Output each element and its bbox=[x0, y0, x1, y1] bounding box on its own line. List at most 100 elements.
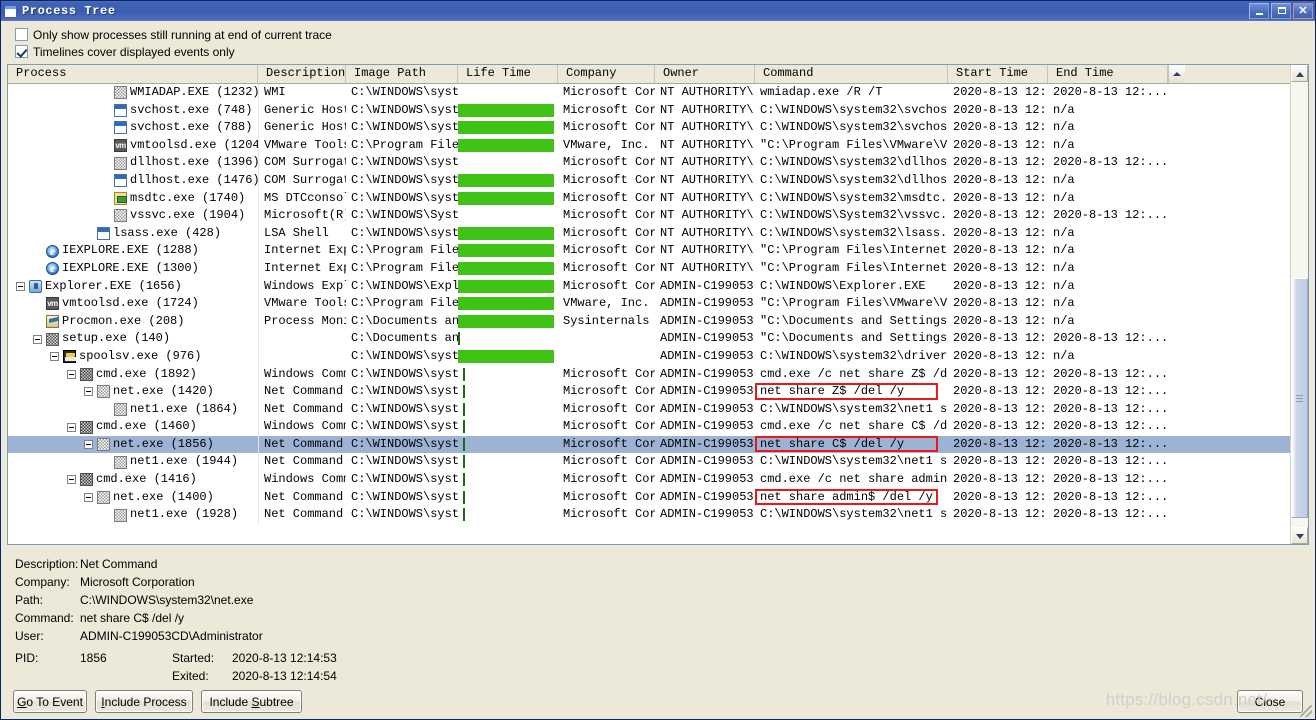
table-row[interactable]: lsass.exe (428) LSA Shell C:\WINDOWS\syste… bbox=[8, 224, 1308, 243]
maximize-button[interactable] bbox=[1271, 3, 1291, 19]
tree-collapse-icon[interactable] bbox=[67, 369, 76, 379]
column-header-life_time[interactable]: Life Time bbox=[458, 65, 558, 83]
scrollbar-track[interactable] bbox=[1291, 82, 1308, 527]
cell-start-time: 2020-8-13 12:... bbox=[953, 436, 1048, 451]
tree-collapse-icon[interactable] bbox=[84, 492, 93, 502]
cell-process[interactable]: net.exe (1400) bbox=[8, 489, 258, 507]
cell-process[interactable]: setup.exe (140) bbox=[8, 330, 258, 348]
include-subtree-button[interactable]: Include Subtree bbox=[201, 690, 302, 713]
table-row[interactable]: Explorer.EXE (1656) Windows Explorer C:\WI… bbox=[8, 277, 1308, 296]
column-header-process[interactable]: Process bbox=[8, 65, 258, 83]
table-row[interactable]: cmd.exe (1460) Windows Comma... C:\WINDOWS… bbox=[8, 418, 1308, 436]
include-process-button[interactable]: Include Process bbox=[95, 690, 193, 713]
column-header-end_time[interactable]: End Time bbox=[1048, 65, 1168, 83]
table-row[interactable]: net.exe (1420) Net Command C:\WINDOWS\syst… bbox=[8, 383, 1308, 401]
timelines-displayed-checkbox[interactable] bbox=[15, 45, 28, 58]
cell-start-time: 2020-8-13 12:... bbox=[953, 208, 1048, 223]
table-row[interactable]: WMIADAP.EXE (1232)WMI C:\WINDOWS\system32… bbox=[8, 84, 1308, 102]
process-name-label: setup.exe (140) bbox=[62, 331, 171, 346]
cell-process[interactable]: lsass.exe (428) bbox=[8, 225, 258, 243]
title-bar[interactable]: Process Tree ✕ bbox=[1, 1, 1315, 21]
table-row[interactable]: svchost.exe (788) Generic Host ... C:\WIND… bbox=[8, 119, 1308, 137]
cell-process[interactable]: msdtc.exe (1740) bbox=[8, 190, 258, 208]
resize-grip[interactable] bbox=[1300, 705, 1312, 717]
cell-process[interactable]: net1.exe (1864) bbox=[8, 401, 258, 419]
go-to-event-button[interactable]: Go To Event bbox=[13, 690, 87, 713]
cell-process[interactable]: cmd.exe (1892) bbox=[8, 366, 258, 384]
option-timelines-displayed[interactable]: Timelines cover displayed events only bbox=[15, 43, 1315, 60]
table-row[interactable]: net1.exe (1944) Net Command C:\WINDOWS\sys… bbox=[8, 453, 1308, 472]
table-row[interactable]: net.exe (1856) Net Command C:\WINDOWS\syst… bbox=[8, 435, 1308, 454]
cell-process[interactable]: WMIADAP.EXE (1232) bbox=[8, 84, 258, 102]
tree-collapse-icon[interactable] bbox=[33, 334, 42, 344]
cell-process[interactable]: svchost.exe (748) bbox=[8, 102, 258, 120]
table-row[interactable]: msdtc.exe (1740) MS DTCconsole... C:\WINDO… bbox=[8, 189, 1308, 208]
cell-process[interactable]: IEXPLORE.EXE (1288) bbox=[8, 242, 258, 260]
table-row[interactable]: IEXPLORE.EXE (1300) Internet Expl... C:\Pr… bbox=[8, 259, 1308, 278]
table-row[interactable]: cmd.exe (1892) Windows Comma... C:\WINDOWS… bbox=[8, 365, 1308, 384]
table-row[interactable]: vssvc.exe (1904) Microsoft(R) ... C:\WINDO… bbox=[8, 207, 1308, 225]
cell-image-path: C:\WINDOWS\system32... bbox=[351, 472, 458, 487]
tree-collapse-icon[interactable] bbox=[67, 475, 76, 485]
column-header-start_time[interactable]: Start Time bbox=[948, 65, 1048, 83]
cell-process[interactable]: IEXPLORE.EXE (1300) bbox=[8, 260, 258, 278]
cell-company: Microsoft Cor... bbox=[563, 190, 655, 205]
timelines-displayed-label: Timelines cover displayed events only bbox=[33, 44, 235, 59]
cell-command: cmd.exe /c net share Z$ /del /y bbox=[760, 366, 948, 381]
table-row[interactable]: Procmon.exe (208) Process Monitor C:\Docum… bbox=[8, 312, 1308, 331]
table-row[interactable]: spoolsv.exe (976) C:\WINDOWS\system32... A… bbox=[8, 347, 1308, 366]
column-header-owner[interactable]: Owner bbox=[655, 65, 755, 83]
cell-description: Net Command bbox=[258, 506, 346, 524]
scroll-down-button[interactable] bbox=[1291, 527, 1308, 544]
cell-process[interactable]: net1.exe (1928) bbox=[8, 506, 258, 524]
cell-process[interactable]: Procmon.exe (208) bbox=[8, 313, 258, 331]
header-scroll-up-icon[interactable] bbox=[1168, 65, 1185, 83]
table-row[interactable]: dllhost.exe (1396)COM Surrogate C:\WINDOW… bbox=[8, 154, 1308, 172]
tree-collapse-icon[interactable] bbox=[67, 422, 76, 432]
table-row[interactable]: setup.exe (140) C:\Documents and Se... ADM… bbox=[8, 330, 1308, 348]
table-row[interactable]: vmvmtoolsd.exe (1204)VMware Tools ... C:\… bbox=[8, 136, 1308, 155]
table-row[interactable]: net1.exe (1928) Net Command C:\WINDOWS\sys… bbox=[8, 506, 1308, 524]
scroll-up-button[interactable] bbox=[1291, 65, 1308, 82]
tree-collapse-icon[interactable] bbox=[84, 387, 93, 397]
only-running-checkbox[interactable] bbox=[15, 28, 28, 41]
cell-process[interactable]: vm vmtoolsd.exe (1204) bbox=[8, 137, 258, 155]
cell-process[interactable]: net.exe (1420) bbox=[8, 383, 258, 401]
cell-process[interactable]: vssvc.exe (1904) bbox=[8, 207, 258, 225]
column-header-command[interactable]: Command bbox=[755, 65, 948, 83]
cell-process[interactable]: Explorer.EXE (1656) bbox=[8, 278, 258, 296]
cell-process[interactable]: svchost.exe (788) bbox=[8, 119, 258, 137]
column-header-image_path[interactable]: Image Path bbox=[346, 65, 458, 83]
vertical-scrollbar[interactable] bbox=[1290, 65, 1308, 544]
close-window-button[interactable]: ✕ bbox=[1293, 3, 1313, 19]
table-row[interactable]: cmd.exe (1416) Windows Comma... C:\WINDOWS… bbox=[8, 471, 1308, 489]
tree-collapse-icon[interactable] bbox=[84, 440, 93, 450]
tree-collapse-icon[interactable] bbox=[16, 281, 25, 291]
cell-owner: NT AUTHORITY\... bbox=[660, 120, 755, 135]
table-row[interactable]: svchost.exe (748) Generic Host ... C:\WIND… bbox=[8, 101, 1308, 120]
cell-process[interactable]: dllhost.exe (1476) bbox=[8, 172, 258, 190]
cell-process[interactable]: dllhost.exe (1396) bbox=[8, 154, 258, 172]
tree-collapse-icon[interactable] bbox=[50, 352, 59, 362]
minimize-button[interactable] bbox=[1249, 3, 1269, 19]
column-header-company[interactable]: Company bbox=[558, 65, 655, 83]
column-header-description[interactable]: Description bbox=[258, 65, 346, 83]
cell-owner: ADMIN-C199053... bbox=[660, 313, 755, 328]
cell-process[interactable]: cmd.exe (1460) bbox=[8, 418, 258, 436]
detail-exited: Exited: 2020-8-13 12:14:54 bbox=[15, 667, 1315, 685]
cell-process[interactable]: net.exe (1856) bbox=[8, 436, 258, 454]
scrollbar-thumb[interactable] bbox=[1291, 277, 1308, 519]
cell-process[interactable]: spoolsv.exe (976) bbox=[8, 348, 258, 366]
table-row[interactable]: vmvmtoolsd.exe (1724)VMware Tools ...C:\… bbox=[8, 295, 1308, 313]
table-row[interactable]: dllhost.exe (1476)COM Surrogate C:\WINDOW… bbox=[8, 171, 1308, 190]
cell-process[interactable]: net1.exe (1944) bbox=[8, 453, 258, 471]
table-row[interactable]: IEXPLORE.EXE (1288) Internet Expl... C:\Pr… bbox=[8, 242, 1308, 260]
msdtc-icon bbox=[114, 191, 127, 205]
cell-process[interactable]: cmd.exe (1416) bbox=[8, 471, 258, 489]
option-only-running[interactable]: Only show processes still running at end… bbox=[15, 26, 1315, 43]
table-row[interactable]: net1.exe (1864) Net Command C:\WINDOWS\sys… bbox=[8, 400, 1308, 419]
cell-process[interactable]: vm vmtoolsd.exe (1724) bbox=[8, 295, 258, 313]
table-row[interactable]: net.exe (1400) Net Command C:\WINDOWS\syst… bbox=[8, 488, 1308, 507]
